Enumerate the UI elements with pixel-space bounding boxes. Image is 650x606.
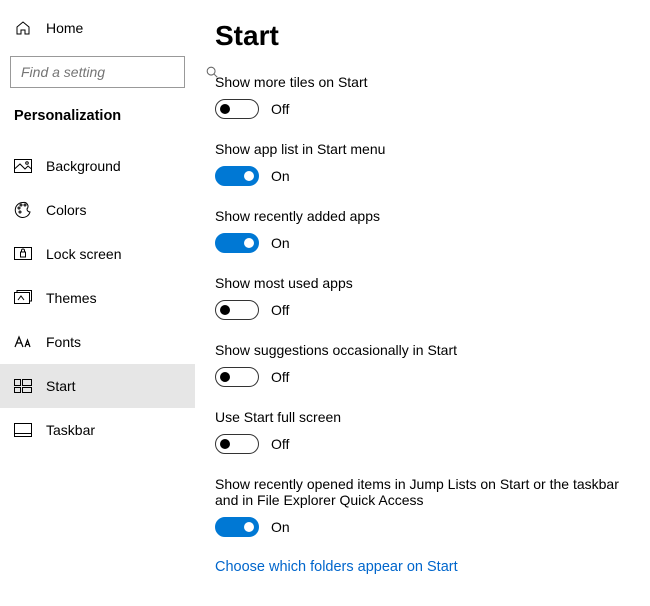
lockscreen-icon [14,245,32,263]
start-icon [14,377,32,395]
setting-row: Show recently added apps On [215,208,642,253]
toggle-knob [220,372,230,382]
sidebar-item-label: Lock screen [46,246,121,262]
toggle-state-text: Off [271,101,289,117]
toggle-row: On [215,166,642,186]
toggle-state-text: Off [271,436,289,452]
themes-icon [14,289,32,307]
sidebar-item-label: Background [46,158,121,174]
toggle-row: Off [215,300,642,320]
toggle-state-text: Off [271,302,289,318]
toggle-knob [244,522,254,532]
sidebar-item-start[interactable]: Start [0,364,195,408]
toggle-switch[interactable] [215,99,259,119]
toggle-switch[interactable] [215,434,259,454]
toggle-switch[interactable] [215,367,259,387]
sidebar-item-lock-screen[interactable]: Lock screen [0,232,195,276]
toggle-knob [244,238,254,248]
search-box[interactable] [10,56,185,88]
toggle-row: On [215,233,642,253]
toggle-state-text: On [271,168,290,184]
setting-row: Show recently opened items in Jump Lists… [215,476,642,537]
toggle-row: Off [215,99,642,119]
setting-label: Show recently opened items in Jump Lists… [215,476,642,508]
toggle-state-text: Off [271,369,289,385]
main-pane: Start Show more tiles on Start Off Show ap… [195,0,650,606]
toggle-row: On [215,517,642,537]
sidebar-item-themes[interactable]: Themes [0,276,195,320]
sidebar-item-label: Start [46,378,76,394]
home-button[interactable]: Home [0,10,195,46]
setting-label: Use Start full screen [215,409,642,425]
setting-row: Show more tiles on Start Off [215,74,642,119]
toggle-knob [220,104,230,114]
setting-row: Use Start full screen Off [215,409,642,454]
sidebar-item-label: Fonts [46,334,81,350]
setting-label: Show more tiles on Start [215,74,642,90]
toggle-state-text: On [271,235,290,251]
sidebar-item-colors[interactable]: Colors [0,188,195,232]
search-input[interactable] [19,63,205,81]
toggle-state-text: On [271,519,290,535]
toggle-switch[interactable] [215,233,259,253]
setting-label: Show app list in Start menu [215,141,642,157]
sidebar-item-label: Themes [46,290,97,306]
section-title: Personalization [0,102,195,138]
sidebar-item-fonts[interactable]: Fonts [0,320,195,364]
toggle-row: Off [215,367,642,387]
nav-list: Background Colors Lock screen [0,138,195,452]
toggle-knob [220,439,230,449]
background-icon [14,157,32,175]
setting-label: Show suggestions occasionally in Start [215,342,642,358]
toggle-row: Off [215,434,642,454]
sidebar-item-background[interactable]: Background [0,144,195,188]
colors-icon [14,201,32,219]
toggle-switch[interactable] [215,166,259,186]
sidebar-item-taskbar[interactable]: Taskbar [0,408,195,452]
setting-row: Show most used apps Off [215,275,642,320]
home-label: Home [46,20,83,36]
toggle-switch[interactable] [215,300,259,320]
page-title: Start [215,20,642,52]
toggle-knob [220,305,230,315]
sidebar-item-label: Colors [46,202,86,218]
sidebar: Home Personalization Background [0,0,195,606]
fonts-icon [14,333,32,351]
setting-label: Show recently added apps [215,208,642,224]
taskbar-icon [14,421,32,439]
choose-folders-link[interactable]: Choose which folders appear on Start [215,559,642,575]
setting-row: Show app list in Start menu On [215,141,642,186]
toggle-switch[interactable] [215,517,259,537]
setting-label: Show most used apps [215,275,642,291]
sidebar-item-label: Taskbar [46,422,95,438]
home-icon [14,19,32,37]
toggle-knob [244,171,254,181]
setting-row: Show suggestions occasionally in Start Of… [215,342,642,387]
